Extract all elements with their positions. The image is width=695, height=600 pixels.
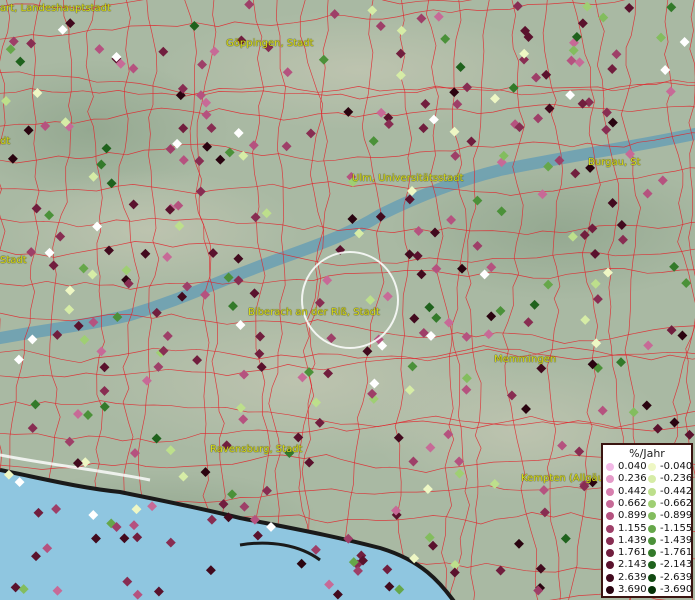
- legend-label: 1.155: [618, 522, 647, 534]
- city-label-biberach: Biberach an der Riß, Stadt: [248, 307, 380, 318]
- legend-label: -2.639: [660, 571, 693, 583]
- legend-swatch: [606, 561, 614, 570]
- city-label-stadt-west: Stadt: [0, 255, 27, 266]
- city-label-goeppingen: Göppingen, Stadt: [226, 38, 314, 49]
- city-label-memmingen: Memmingen: [494, 354, 557, 365]
- legend-label: 1.439: [618, 534, 647, 546]
- legend-label: -1.155: [660, 522, 693, 534]
- legend-swatch: [606, 475, 614, 484]
- legend-label: 0.442: [618, 485, 647, 497]
- legend-swatch: [648, 475, 656, 484]
- legend-label: -1.439: [660, 534, 693, 546]
- legend-swatch: [606, 536, 614, 545]
- legend-label: 0.040: [618, 461, 647, 472]
- legend-swatch: [606, 549, 614, 558]
- legend-label: -0.442: [660, 485, 693, 497]
- legend-label: 1.761: [618, 547, 647, 559]
- city-label-burgau: Burgau, St: [588, 157, 641, 168]
- city-label-ulm: Ulm, Universitätsstadt: [352, 173, 464, 184]
- legend-swatch: [606, 512, 614, 521]
- map-legend: %/Jahr 0.040 0.236 0.442 0.662 0.899 1.155 1.4…: [601, 443, 693, 598]
- legend-label: 0.899: [618, 510, 647, 522]
- city-label-kempten: Kempten (Allgäu: [521, 473, 605, 484]
- legend-label: 2.639: [618, 571, 647, 583]
- legend-label: -2.143: [660, 559, 693, 571]
- legend-swatch: [648, 463, 656, 471]
- city-label-ravensburg: Ravensburg, Stadt: [210, 444, 303, 455]
- map-view[interactable]: art, Landeshauptstadt Göppingen, Stadt U…: [0, 0, 695, 600]
- legend-swatch: [606, 487, 614, 496]
- legend-label: -1.761: [660, 547, 693, 559]
- legend-label: -0.899: [660, 510, 693, 522]
- legend-swatch: [606, 463, 614, 471]
- legend-label: 3.690: [618, 584, 647, 595]
- legend-swatch: [606, 586, 614, 594]
- legend-swatch: [648, 549, 656, 558]
- legend-label: 2.143: [618, 559, 647, 571]
- legend-swatch: [606, 573, 614, 582]
- legend-swatch: [648, 561, 656, 570]
- legend-label: -3.690: [660, 584, 693, 595]
- city-label-dt: dt: [0, 136, 11, 147]
- legend-label: 0.662: [618, 497, 647, 509]
- legend-swatch: [648, 586, 656, 594]
- legend-swatch: [648, 487, 656, 496]
- legend-label: -0.662: [660, 497, 693, 509]
- legend-swatch: [648, 536, 656, 545]
- map-canvas[interactable]: [0, 0, 695, 600]
- legend-swatch: [606, 499, 614, 508]
- legend-swatch: [648, 499, 656, 508]
- legend-swatch: [606, 524, 614, 533]
- legend-swatch: [648, 512, 656, 521]
- legend-label: -0.040: [660, 461, 693, 472]
- legend-swatch: [648, 524, 656, 533]
- legend-label: 0.236: [618, 473, 647, 485]
- legend-label: -0.236: [660, 473, 693, 485]
- legend-swatch: [648, 573, 656, 582]
- legend-title: %/Jahr: [629, 447, 665, 460]
- city-label-stuttgart: art, Landeshauptstadt: [0, 3, 111, 14]
